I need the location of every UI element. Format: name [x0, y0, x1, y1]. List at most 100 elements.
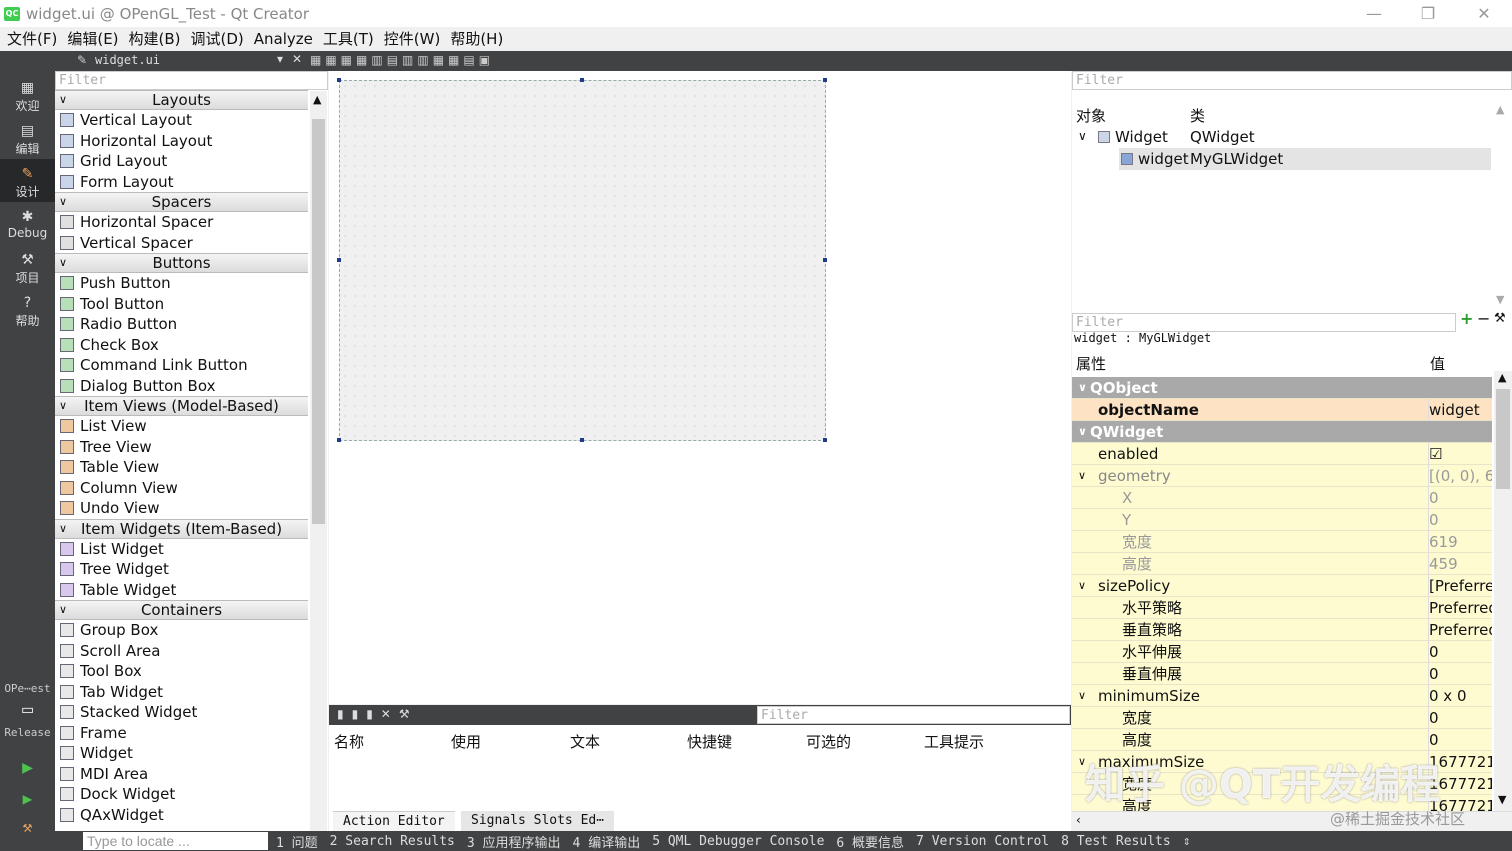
layout-tools-icon[interactable]: ▦▦▦▦▥▤▥▥▦▦▤▣: [310, 53, 494, 67]
property-value[interactable]: 0: [1428, 663, 1492, 685]
tab-signals-slots[interactable]: Signals Slots Ed⋯: [461, 811, 615, 831]
property-row[interactable]: Y0: [1072, 509, 1492, 531]
property-value[interactable]: 0: [1428, 509, 1492, 531]
mode-projects[interactable]: ⚒ 项目: [0, 245, 55, 288]
widget-item[interactable]: Vertical Layout: [55, 110, 308, 131]
column-header[interactable]: 快捷键: [687, 731, 732, 752]
widget-item[interactable]: Command Link Button: [55, 355, 308, 376]
category-header[interactable]: ∨ Buttons: [55, 253, 308, 273]
output-pane-search[interactable]: 2 Search Results: [330, 834, 455, 849]
property-row[interactable]: 宽度 619: [1072, 531, 1492, 553]
chevron-down-icon[interactable]: ∨: [1078, 421, 1087, 443]
widget-item[interactable]: Push Button: [55, 273, 308, 294]
minimize-button[interactable]: —: [1346, 0, 1402, 27]
more-panes-icon[interactable]: ⇕: [1183, 834, 1191, 849]
output-pane-compile[interactable]: 4 编译输出: [573, 832, 641, 851]
property-value[interactable]: Preferred: [1428, 597, 1492, 619]
property-value[interactable]: 459: [1428, 553, 1492, 575]
widget-item[interactable]: Scroll Area: [55, 641, 308, 662]
menu-edit[interactable]: 编辑(E): [62, 27, 123, 51]
category-header[interactable]: ∨ Item Widgets (Item-Based): [55, 518, 308, 539]
resize-handle[interactable]: [823, 258, 827, 262]
widget-item[interactable]: Undo View: [55, 498, 308, 519]
property-row[interactable]: objectName widget: [1072, 399, 1492, 421]
menu-analyze[interactable]: Analyze: [249, 27, 318, 51]
menu-help[interactable]: 帮助(H): [445, 27, 508, 51]
open-file-name[interactable]: widget.ui: [95, 53, 160, 67]
widget-item[interactable]: Grid Layout: [55, 151, 308, 172]
output-pane-app-output[interactable]: 3 应用程序输出: [467, 832, 561, 851]
resize-handle[interactable]: [337, 438, 341, 442]
property-row[interactable]: ∨ QWidget: [1072, 421, 1492, 443]
property-row[interactable]: ∨ geometry [(0, 0), 61: [1072, 465, 1492, 487]
property-value[interactable]: 0: [1428, 729, 1492, 751]
monitor-icon[interactable]: ▭: [0, 699, 55, 720]
selected-object-row[interactable]: widget MyGLWidget: [1119, 148, 1491, 170]
menu-build[interactable]: 构建(B): [124, 27, 186, 51]
widget-item[interactable]: Check Box: [55, 335, 308, 356]
property-row[interactable]: X0: [1072, 487, 1492, 509]
category-header[interactable]: ∨ Spacers: [55, 192, 308, 212]
property-value[interactable]: [Preferrec: [1428, 575, 1492, 597]
widget-item[interactable]: Horizontal Spacer: [55, 212, 308, 233]
chevron-down-icon[interactable]: ∨: [1078, 377, 1087, 399]
category-header[interactable]: ∨ Containers: [55, 600, 308, 620]
mode-help[interactable]: ? 帮助: [0, 288, 55, 331]
property-value[interactable]: 0: [1428, 707, 1492, 729]
output-pane-tests[interactable]: 8 Test Results: [1061, 834, 1171, 849]
mode-welcome[interactable]: ▦ 欢迎: [0, 73, 55, 116]
output-pane-qml-console[interactable]: 5 QML Debugger Console: [652, 834, 824, 849]
action-filter-input[interactable]: Filter: [757, 706, 1070, 724]
column-header[interactable]: 使用: [451, 731, 481, 752]
property-scrollbar[interactable]: ▲ ▼: [1494, 371, 1512, 811]
widget-item[interactable]: Widget: [55, 743, 308, 764]
scroll-left-icon[interactable]: ‹: [1076, 813, 1081, 827]
widget-item[interactable]: Radio Button: [55, 314, 308, 335]
mode-debug[interactable]: ✱ Debug: [0, 202, 55, 245]
chevron-down-icon[interactable]: ∨: [1078, 685, 1086, 707]
property-row[interactable]: 水平伸展 0: [1072, 641, 1492, 663]
property-row[interactable]: ∨ sizePolicy [Preferrec: [1072, 575, 1492, 597]
widget-item[interactable]: Stacked Widget: [55, 702, 308, 723]
widget-item[interactable]: Tree Widget: [55, 559, 308, 580]
add-property-icon[interactable]: +: [1460, 309, 1473, 328]
column-header[interactable]: 工具提示: [924, 731, 984, 752]
widget-filter-input[interactable]: Filter: [55, 71, 328, 90]
widget-item[interactable]: List Widget: [55, 539, 308, 560]
menu-debug[interactable]: 调试(D): [186, 27, 249, 51]
widget-item[interactable]: Group Box: [55, 620, 308, 641]
configure-icon[interactable]: ⚒: [1494, 311, 1506, 326]
remove-property-icon[interactable]: −: [1477, 309, 1490, 328]
column-header[interactable]: 类: [1190, 105, 1205, 126]
mode-edit[interactable]: ▤ 编辑: [0, 116, 55, 159]
scroll-down-icon[interactable]: ▼: [1498, 793, 1506, 806]
action-tools-icon[interactable]: ▮▮▮✕⚒: [337, 707, 418, 721]
widget-item[interactable]: MDI Area: [55, 764, 308, 785]
build-icon[interactable]: ⚒: [0, 817, 55, 836]
scroll-up-icon[interactable]: ▲: [313, 93, 321, 106]
column-header[interactable]: 对象: [1076, 105, 1106, 126]
widget-item[interactable]: Dock Widget: [55, 784, 308, 805]
property-value[interactable]: [(0, 0), 61: [1428, 465, 1492, 487]
menu-file[interactable]: 文件(F): [2, 27, 62, 51]
resize-handle[interactable]: [823, 78, 827, 82]
widget-item[interactable]: Dialog Button Box: [55, 376, 308, 397]
close-button[interactable]: ✕: [1456, 0, 1512, 27]
resize-handle[interactable]: [580, 438, 584, 442]
object-filter-input[interactable]: Filter: [1072, 71, 1512, 90]
property-value[interactable]: widget: [1428, 399, 1492, 421]
mode-design[interactable]: ✎ 设计: [0, 159, 55, 202]
widget-item[interactable]: Table View: [55, 457, 308, 478]
chevron-down-icon[interactable]: ∨: [1078, 465, 1086, 487]
widget-item[interactable]: Vertical Spacer: [55, 233, 308, 254]
property-row[interactable]: 高度 459: [1072, 553, 1492, 575]
column-header[interactable]: 文本: [570, 731, 600, 752]
property-value[interactable]: Preferred: [1428, 619, 1492, 641]
scroll-up-icon[interactable]: ▲: [1498, 371, 1506, 384]
tab-action-editor[interactable]: Action Editor: [333, 811, 455, 831]
property-value[interactable]: 0 x 0: [1428, 685, 1492, 707]
property-row[interactable]: 高度 0: [1072, 729, 1492, 751]
object-class[interactable]: QWidget: [1190, 128, 1255, 146]
property-row[interactable]: ∨ minimumSize 0 x 0: [1072, 685, 1492, 707]
close-file-icon[interactable]: ✕: [292, 52, 302, 66]
